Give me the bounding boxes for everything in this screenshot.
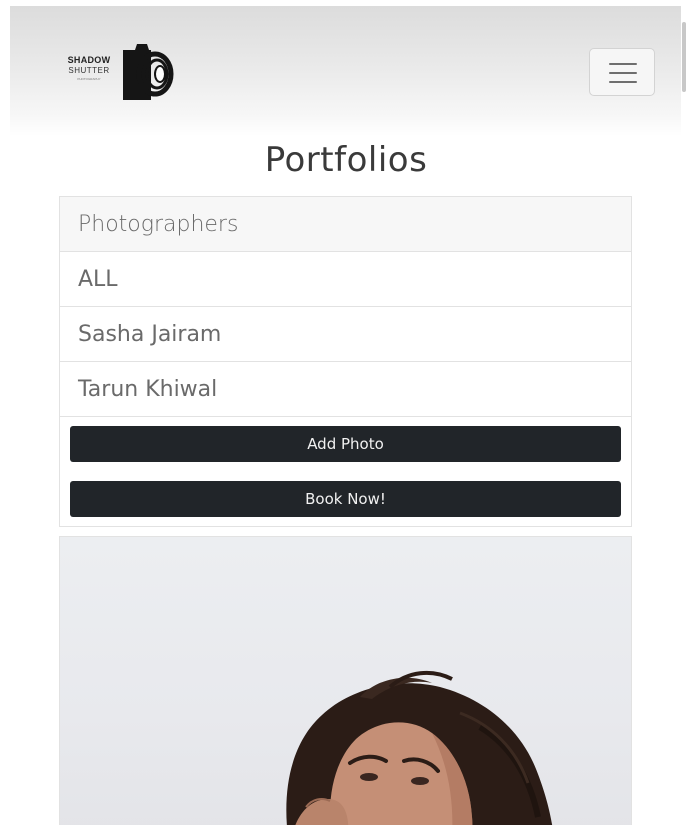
scrollbar-thumb[interactable] (682, 22, 686, 92)
hamburger-icon (609, 72, 637, 74)
navbar: SHADOW SHUTTER PHOTOGRAPHY (10, 6, 681, 136)
camera-logo-icon (123, 44, 174, 100)
portfolio-photo[interactable] (59, 536, 632, 825)
brand-line-3: PHOTOGRAPHY (77, 77, 101, 81)
brand-text: SHADOW SHUTTER PHOTOGRAPHY (60, 55, 118, 82)
hamburger-icon (609, 63, 637, 65)
book-now-button[interactable]: Book Now! (70, 481, 621, 517)
hamburger-icon (609, 81, 637, 83)
portrait-image (286, 670, 553, 825)
list-item-sasha-jairam[interactable]: Sasha Jairam (60, 307, 631, 362)
navbar-toggle-button[interactable] (589, 48, 655, 96)
add-photo-button[interactable]: Add Photo (70, 426, 621, 462)
brand-logo[interactable]: SHADOW SHUTTER PHOTOGRAPHY (60, 40, 190, 110)
photographer-list: Photographers ALL Sasha Jairam Tarun Khi… (59, 196, 632, 527)
list-item-all[interactable]: ALL (60, 252, 631, 307)
page: SHADOW SHUTTER PHOTOGRAPHY Portfolios Ph… (0, 0, 687, 825)
list-header: Photographers (60, 197, 631, 252)
page-title: Portfolios (264, 140, 428, 180)
brand-line-2: SHUTTER (68, 66, 110, 75)
brand-line-1: SHADOW (67, 55, 111, 65)
list-item-tarun-khiwal[interactable]: Tarun Khiwal (60, 362, 631, 417)
